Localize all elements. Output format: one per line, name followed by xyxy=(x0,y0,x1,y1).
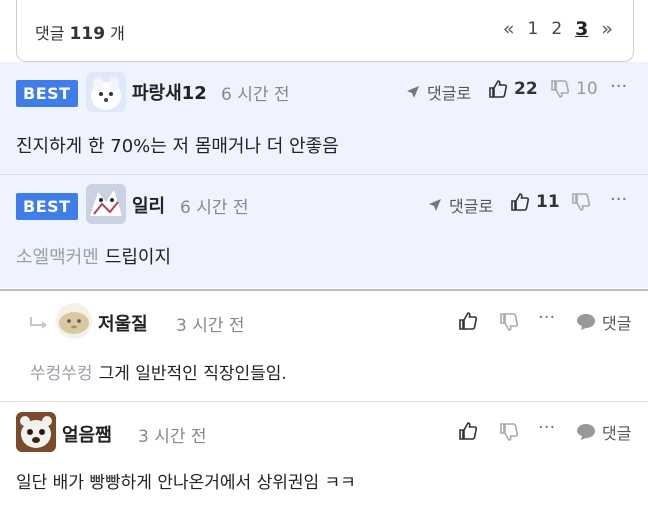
reply-button[interactable]: 댓글 xyxy=(576,420,631,444)
reply-label: 댓글 xyxy=(602,314,632,333)
best-comment-2: BEST 일리 6 시간 전 댓글로 11 ··· 소엘맥커멘 드립이지 xyxy=(0,175,648,288)
thumbs-down-icon[interactable] xyxy=(499,312,519,332)
best-comment-1: BEST 파랑새12 6 시간 전 댓글로 22 10 ··· 진지하게 한 7… xyxy=(0,62,648,174)
reply-to-button[interactable]: 댓글로 xyxy=(405,80,471,104)
thumbs-up-icon xyxy=(511,193,530,211)
like-button[interactable]: 11 xyxy=(510,192,560,212)
thumbs-down-icon[interactable] xyxy=(499,422,519,442)
reply-indent-icon xyxy=(30,317,47,329)
page-1[interactable]: 1 xyxy=(527,19,538,39)
timestamp: 6 시간 전 xyxy=(180,198,249,218)
pagination: « 1 2 3 » xyxy=(503,18,613,40)
best-badge: BEST xyxy=(16,193,78,220)
thumbs-down-icon xyxy=(551,80,570,98)
reply-button[interactable]: 댓글 xyxy=(576,310,631,334)
timestamp: 3 시간 전 xyxy=(176,316,245,336)
like-count: 22 xyxy=(514,79,538,99)
count-value: 119 xyxy=(69,24,106,44)
page-3-current[interactable]: 3 xyxy=(575,18,588,40)
reply-label: 댓글로 xyxy=(427,84,472,103)
comment-text: 그게 일반적인 직장인들임. xyxy=(98,364,287,384)
reply-comment: 저울질 3 시간 전 ··· 댓글 쑤컹쑤컹 그게 일반적인 직장인들임. xyxy=(0,291,648,401)
nickname[interactable]: 파랑새12 xyxy=(132,79,207,105)
more-options-button[interactable]: ··· xyxy=(610,76,627,97)
reply-to-button[interactable]: 댓글로 xyxy=(427,193,493,217)
page-2[interactable]: 2 xyxy=(551,19,562,39)
like-count: 11 xyxy=(536,192,560,212)
mention-tag[interactable]: 소엘맥커멘 xyxy=(16,247,99,268)
timestamp: 3 시간 전 xyxy=(138,427,207,447)
thumbs-up-icon[interactable] xyxy=(458,311,478,331)
reply-arrow-icon xyxy=(429,199,441,211)
avatar[interactable] xyxy=(86,72,126,112)
avatar[interactable] xyxy=(56,303,92,339)
like-button[interactable]: 22 xyxy=(488,79,538,99)
speech-bubble-icon xyxy=(577,424,595,440)
first-page-button[interactable]: « xyxy=(503,18,515,40)
more-options-button[interactable]: ··· xyxy=(610,189,627,210)
comment-body: 쑤컹쑤컹 그게 일반적인 직장인들임. xyxy=(30,359,287,384)
reply-label: 댓글 xyxy=(602,424,632,443)
nickname[interactable]: 얼음쨈 xyxy=(62,421,112,447)
comment-text: 진지하게 한 70%는 저 몸매거나 더 안좋음 xyxy=(16,136,339,157)
comment-body: 진지하게 한 70%는 저 몸매거나 더 안좋음 xyxy=(16,132,339,158)
best-badge: BEST xyxy=(16,80,78,107)
dislike-button[interactable] xyxy=(571,192,591,212)
thumbs-down-icon xyxy=(572,193,591,211)
comment-4: 얼음쨈 3 시간 전 ··· 댓글 일단 배가 빵빵하게 안나온거에서 상위권임… xyxy=(0,402,648,506)
dislike-count: 10 xyxy=(576,79,598,99)
comment-body: 소엘맥커멘 드립이지 xyxy=(16,243,171,269)
comment-body: 일단 배가 빵빵하게 안나온거에서 상위권임 ㅋㅋ xyxy=(16,468,356,493)
comment-text: 일단 배가 빵빵하게 안나온거에서 상위권임 ㅋㅋ xyxy=(16,473,356,493)
comment-count: 댓글 119 개 xyxy=(35,20,125,44)
more-options-button[interactable]: ··· xyxy=(538,307,555,328)
dislike-button[interactable]: 10 xyxy=(550,79,598,99)
timestamp: 6 시간 전 xyxy=(221,85,290,105)
comment-text: 드립이지 xyxy=(104,247,172,268)
thumbs-up-icon xyxy=(489,80,508,98)
nickname[interactable]: 저울질 xyxy=(98,310,148,336)
nickname[interactable]: 일리 xyxy=(132,192,165,218)
speech-bubble-icon xyxy=(577,314,595,330)
avatar[interactable] xyxy=(86,184,126,224)
last-page-button[interactable]: » xyxy=(601,18,613,40)
count-prefix: 댓글 xyxy=(35,24,65,43)
count-suffix: 개 xyxy=(110,24,125,43)
thumbs-up-icon[interactable] xyxy=(458,421,478,441)
reply-arrow-icon xyxy=(407,86,419,98)
comment-header: 댓글 119 개 « 1 2 3 » xyxy=(16,0,634,62)
more-options-button[interactable]: ··· xyxy=(538,417,555,438)
avatar[interactable] xyxy=(16,412,56,452)
reply-label: 댓글로 xyxy=(449,197,494,216)
mention-tag[interactable]: 쑤컹쑤컹 xyxy=(30,364,93,384)
